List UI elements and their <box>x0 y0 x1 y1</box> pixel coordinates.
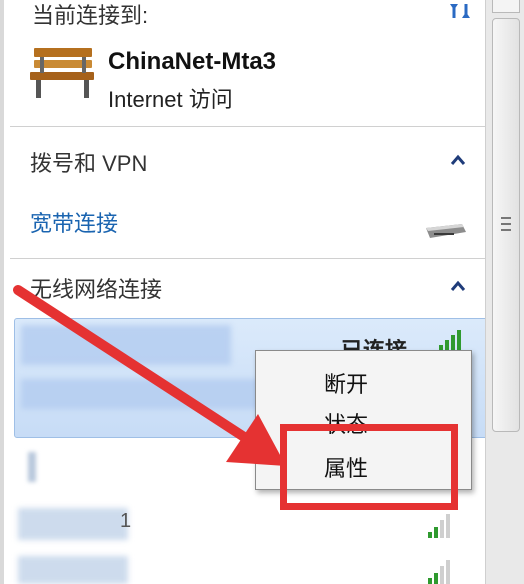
arrow-annotation <box>13 285 286 466</box>
